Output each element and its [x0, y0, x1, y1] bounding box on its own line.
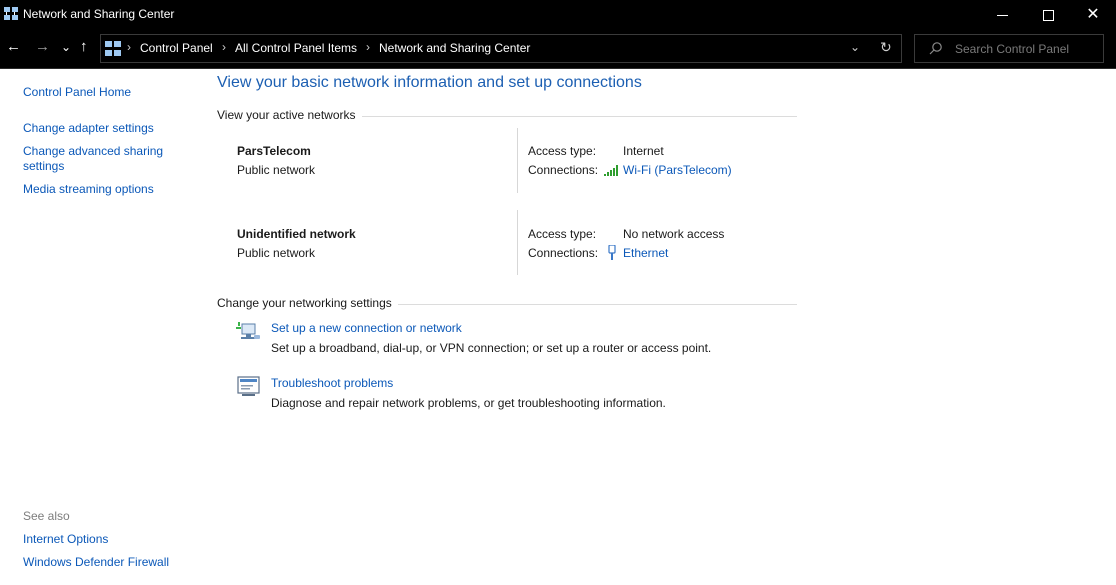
setup-connection-link[interactable]: Set up a new connection or network [271, 321, 462, 335]
sidebar-defender-firewall[interactable]: Windows Defender Firewall [23, 555, 169, 570]
connections-label: Connections: [528, 163, 599, 177]
search-icon [929, 42, 942, 55]
wifi-signal-icon [604, 165, 618, 176]
breadcrumb-control-panel[interactable]: Control Panel [140, 41, 213, 55]
window-title: Network and Sharing Center [23, 7, 175, 21]
title-bar: Network and Sharing Center ✕ [0, 0, 1116, 30]
access-type-label: Access type: [528, 227, 597, 241]
refresh-icon[interactable]: ↻ [880, 39, 892, 56]
control-panel-icon [105, 41, 121, 56]
ethernet-connection-link[interactable]: Ethernet [623, 246, 668, 260]
new-connection-icon [236, 322, 260, 339]
network-center-icon [4, 7, 18, 20]
active-networks-label: View your active networks [217, 108, 362, 122]
up-arrow-icon[interactable]: ↑ [80, 39, 88, 55]
network-name: Unidentified network [237, 227, 356, 241]
wifi-connection-link[interactable]: Wi-Fi (ParsTelecom) [623, 163, 732, 177]
breadcrumb-separator: › [366, 40, 370, 54]
breadcrumb-network-center[interactable]: Network and Sharing Center [379, 41, 530, 55]
networking-settings-label: Change your networking settings [217, 296, 398, 310]
connections-label: Connections: [528, 246, 599, 260]
access-type-label: Access type: [528, 144, 597, 158]
setup-connection-description: Set up a broadband, dial-up, or VPN conn… [271, 341, 712, 355]
page-title: View your basic network information and … [217, 74, 642, 91]
search-input[interactable]: Search Control Panel [955, 42, 1069, 56]
close-icon: ✕ [1086, 6, 1100, 23]
search-box[interactable]: Search Control Panel [914, 34, 1104, 63]
close-button[interactable]: ✕ [1070, 0, 1116, 30]
troubleshoot-icon [237, 376, 260, 396]
troubleshoot-description: Diagnose and repair network problems, or… [271, 396, 666, 410]
maximize-button[interactable] [1025, 0, 1071, 30]
divider [517, 128, 518, 193]
access-type-value: No network access [623, 227, 725, 241]
sidebar-control-panel-home[interactable]: Control Panel Home [23, 85, 131, 100]
sidebar-change-adapter-settings[interactable]: Change adapter settings [23, 121, 154, 136]
network-category[interactable]: Public network [237, 163, 315, 177]
sidebar-change-advanced-sharing-cont[interactable]: settings [23, 159, 64, 174]
troubleshoot-link[interactable]: Troubleshoot problems [271, 376, 393, 390]
network-name: ParsTelecom [237, 144, 311, 158]
breadcrumb-separator: › [222, 40, 226, 54]
divider [517, 210, 518, 275]
navigation-bar: ← → ⌄ ↑ › Control Panel › All Control Pa… [0, 30, 1116, 69]
sidebar-change-advanced-sharing[interactable]: Change advanced sharing [23, 144, 163, 159]
breadcrumb-all-items[interactable]: All Control Panel Items [235, 41, 357, 55]
network-category[interactable]: Public network [237, 246, 315, 260]
ethernet-icon [608, 245, 616, 260]
address-dropdown-icon[interactable]: ⌄ [850, 40, 860, 54]
see-also-title: See also [23, 509, 70, 523]
recent-locations-chevron-icon[interactable]: ⌄ [61, 39, 71, 55]
forward-arrow-icon[interactable]: → [35, 39, 50, 55]
minimize-button[interactable] [979, 0, 1025, 30]
sidebar-internet-options[interactable]: Internet Options [23, 532, 108, 547]
sidebar-media-streaming[interactable]: Media streaming options [23, 182, 154, 197]
breadcrumb-separator: › [127, 40, 131, 54]
address-bar[interactable]: › Control Panel › All Control Panel Item… [100, 34, 902, 63]
back-arrow-icon[interactable]: ← [6, 39, 21, 55]
access-type-value: Internet [623, 144, 664, 158]
